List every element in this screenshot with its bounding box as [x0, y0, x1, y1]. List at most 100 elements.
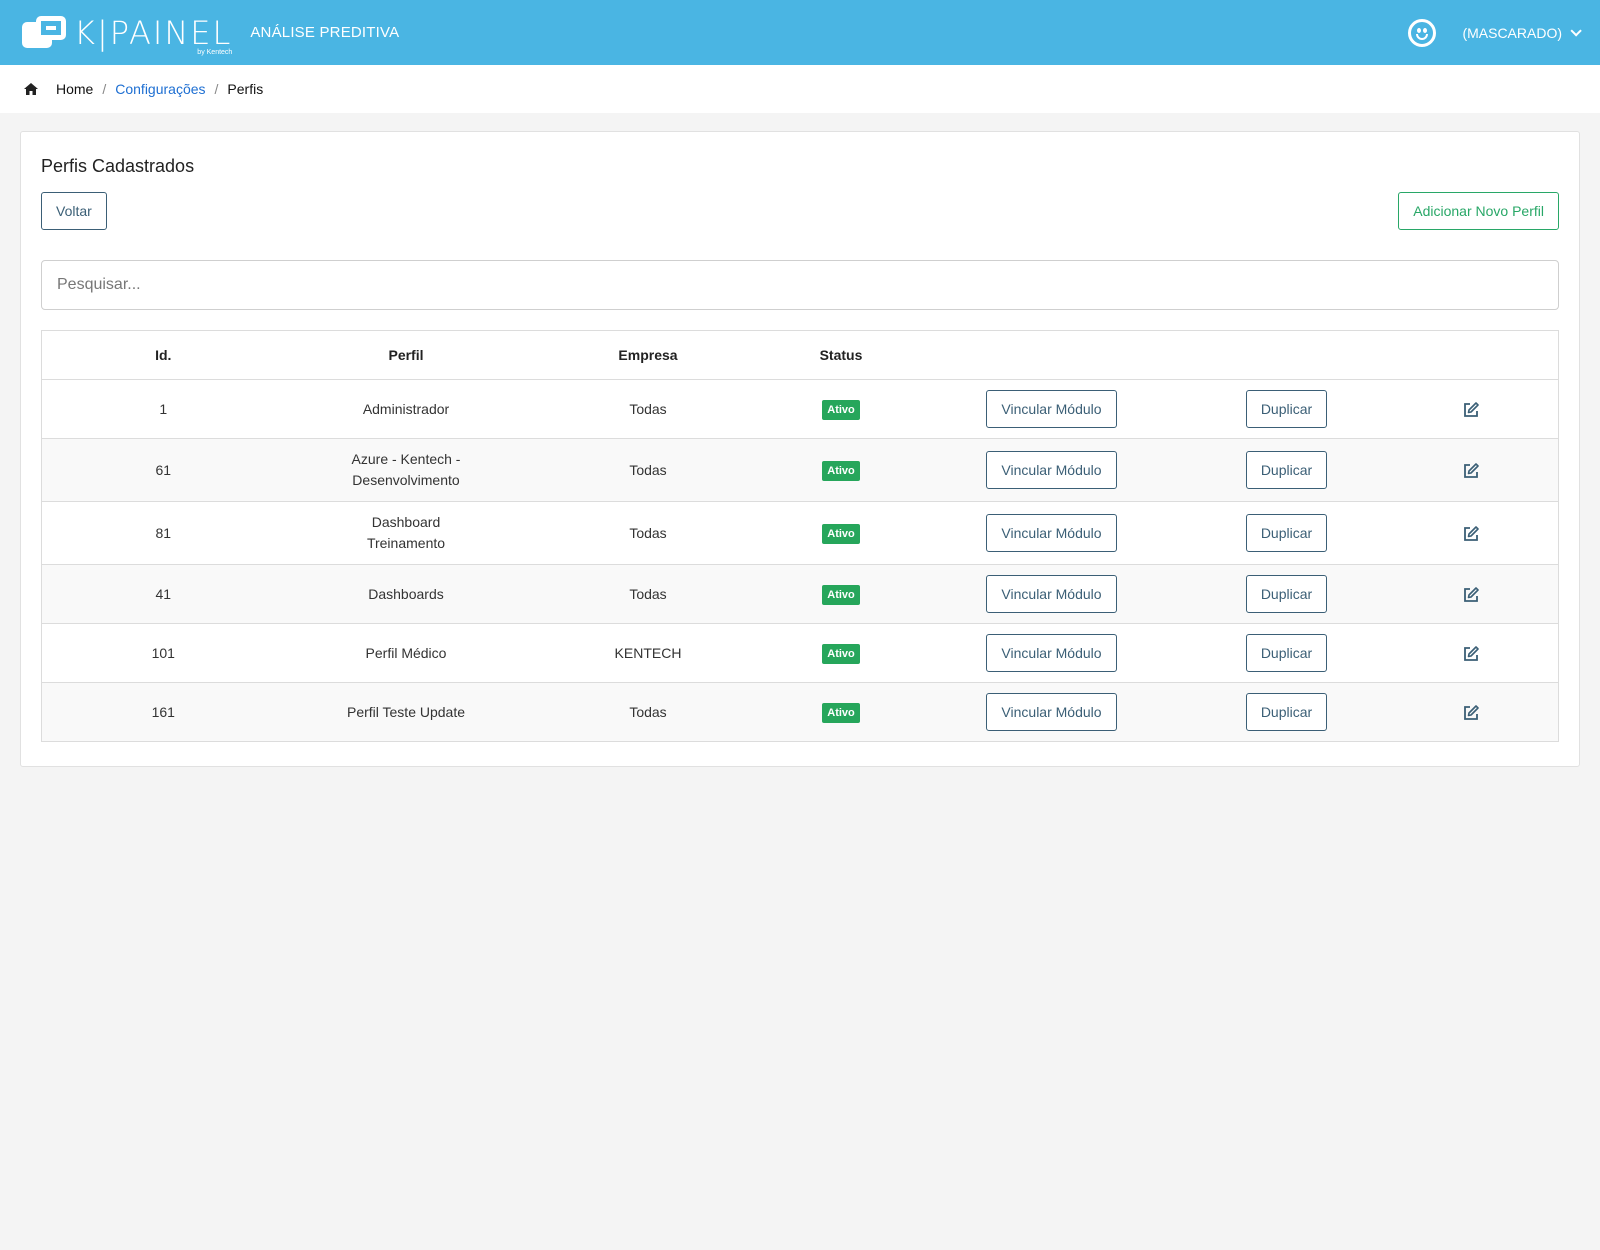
column-header-link-module	[913, 330, 1190, 380]
add-profile-button[interactable]: Adicionar Novo Perfil	[1398, 192, 1559, 230]
breadcrumb-separator: /	[102, 81, 107, 97]
cell-duplicate: Duplicar	[1189, 379, 1384, 439]
user-avatar-icon[interactable]	[1408, 18, 1437, 47]
profiles-table: Id. Perfil Empresa Status 1 Administrado…	[41, 330, 1559, 742]
link-module-button[interactable]: Vincular Módulo	[986, 514, 1117, 552]
status-badge: Ativo	[822, 703, 860, 723]
status-badge: Ativo	[822, 461, 860, 481]
duplicate-button[interactable]: Duplicar	[1245, 693, 1328, 731]
cell-edit	[1383, 501, 1559, 565]
cell-duplicate: Duplicar	[1189, 564, 1384, 624]
column-header-status: Status	[768, 330, 914, 380]
cell-empresa: Todas	[527, 564, 769, 624]
top-navbar: K|PAINEL by Kentech ANÁLISE PREDITIVA (M…	[0, 0, 1600, 65]
cell-id: 161	[41, 682, 285, 742]
card-actions: Voltar Adicionar Novo Perfil	[41, 192, 1559, 230]
breadcrumb-separator: /	[214, 81, 219, 97]
cell-link-module: Vincular Módulo	[913, 682, 1190, 742]
cell-perfil: Dashboard Treinamento	[284, 501, 528, 565]
duplicate-button[interactable]: Duplicar	[1245, 514, 1328, 552]
table-header-row: Id. Perfil Empresa Status	[41, 330, 1559, 380]
cell-status: Ativo	[768, 682, 914, 742]
duplicate-button[interactable]: Duplicar	[1245, 634, 1328, 672]
breadcrumb-home[interactable]: Home	[56, 81, 93, 97]
cell-edit	[1383, 682, 1559, 742]
cell-id: 41	[41, 564, 285, 624]
column-header-edit	[1383, 330, 1559, 380]
link-module-button[interactable]: Vincular Módulo	[986, 634, 1117, 672]
app-name: ANÁLISE PREDITIVA	[250, 24, 400, 41]
edit-icon[interactable]	[1463, 525, 1479, 542]
column-header-perfil: Perfil	[284, 330, 528, 380]
cell-id: 101	[41, 623, 285, 683]
home-icon[interactable]	[24, 83, 38, 95]
cell-id: 61	[41, 438, 285, 502]
cell-id: 1	[41, 379, 285, 439]
cell-edit	[1383, 438, 1559, 502]
logo-subtext: by Kentech	[197, 48, 233, 56]
cell-empresa: Todas	[527, 682, 769, 742]
cell-edit	[1383, 379, 1559, 439]
cell-empresa: KENTECH	[527, 623, 769, 683]
cell-duplicate: Duplicar	[1189, 438, 1384, 502]
table-row: 81 Dashboard Treinamento Todas Ativo Vin…	[41, 501, 1559, 565]
status-badge: Ativo	[822, 400, 860, 420]
cell-link-module: Vincular Módulo	[913, 438, 1190, 502]
cell-link-module: Vincular Módulo	[913, 623, 1190, 683]
column-header-duplicate	[1189, 330, 1384, 380]
cell-link-module: Vincular Módulo	[913, 501, 1190, 565]
cell-empresa: Todas	[527, 501, 769, 565]
cell-perfil: Dashboards	[284, 564, 528, 624]
breadcrumb-configuracoes[interactable]: Configurações	[115, 81, 205, 97]
cell-perfil: Perfil Médico	[284, 623, 528, 683]
search-input[interactable]	[41, 260, 1559, 310]
kpainel-logo[interactable]: K|PAINEL by Kentech	[22, 12, 233, 56]
edit-icon[interactable]	[1463, 645, 1479, 662]
breadcrumb-current: Perfis	[227, 81, 264, 97]
cell-edit	[1383, 564, 1559, 624]
link-module-button[interactable]: Vincular Módulo	[986, 693, 1117, 731]
column-header-id: Id.	[41, 330, 285, 380]
link-module-button[interactable]: Vincular Módulo	[986, 390, 1117, 428]
breadcrumb: Home / Configurações / Perfis	[0, 65, 1600, 113]
cell-id: 81	[41, 501, 285, 565]
logo-mark-icon	[22, 15, 68, 50]
cell-status: Ativo	[768, 438, 914, 502]
user-name: (MASCARADO)	[1462, 24, 1562, 41]
link-module-button[interactable]: Vincular Módulo	[986, 451, 1117, 489]
cell-empresa: Todas	[527, 438, 769, 502]
status-badge: Ativo	[822, 644, 860, 664]
table-row: 161 Perfil Teste Update Todas Ativo Vinc…	[41, 682, 1559, 742]
cell-perfil: Administrador	[284, 379, 528, 439]
chevron-down-icon	[1570, 24, 1582, 37]
column-header-empresa: Empresa	[527, 330, 769, 380]
table-row: 101 Perfil Médico KENTECH Ativo Vincular…	[41, 623, 1559, 683]
table-row: 41 Dashboards Todas Ativo Vincular Módul…	[41, 564, 1559, 624]
status-badge: Ativo	[822, 585, 860, 605]
cell-edit	[1383, 623, 1559, 683]
duplicate-button[interactable]: Duplicar	[1245, 451, 1328, 489]
user-menu[interactable]: (MASCARADO)	[1462, 24, 1582, 41]
edit-icon[interactable]	[1463, 462, 1479, 479]
edit-icon[interactable]	[1463, 704, 1479, 721]
link-module-button[interactable]: Vincular Módulo	[986, 575, 1117, 613]
cell-empresa: Todas	[527, 379, 769, 439]
cell-status: Ativo	[768, 564, 914, 624]
logo-text: K|PAINEL	[74, 13, 233, 52]
cell-link-module: Vincular Módulo	[913, 564, 1190, 624]
edit-icon[interactable]	[1463, 401, 1479, 418]
cell-duplicate: Duplicar	[1189, 501, 1384, 565]
table-row: 1 Administrador Todas Ativo Vincular Mód…	[41, 379, 1559, 439]
cell-status: Ativo	[768, 623, 914, 683]
edit-icon[interactable]	[1463, 586, 1479, 603]
page-title: Perfis Cadastrados	[41, 156, 195, 176]
duplicate-button[interactable]: Duplicar	[1245, 575, 1328, 613]
cell-duplicate: Duplicar	[1189, 623, 1384, 683]
status-badge: Ativo	[822, 524, 860, 544]
cell-perfil: Azure - Kentech - Desenvolvimento	[284, 438, 528, 502]
cell-status: Ativo	[768, 501, 914, 565]
back-button[interactable]: Voltar	[41, 192, 107, 230]
cell-perfil: Perfil Teste Update	[284, 682, 528, 742]
duplicate-button[interactable]: Duplicar	[1245, 390, 1328, 428]
cell-status: Ativo	[768, 379, 914, 439]
